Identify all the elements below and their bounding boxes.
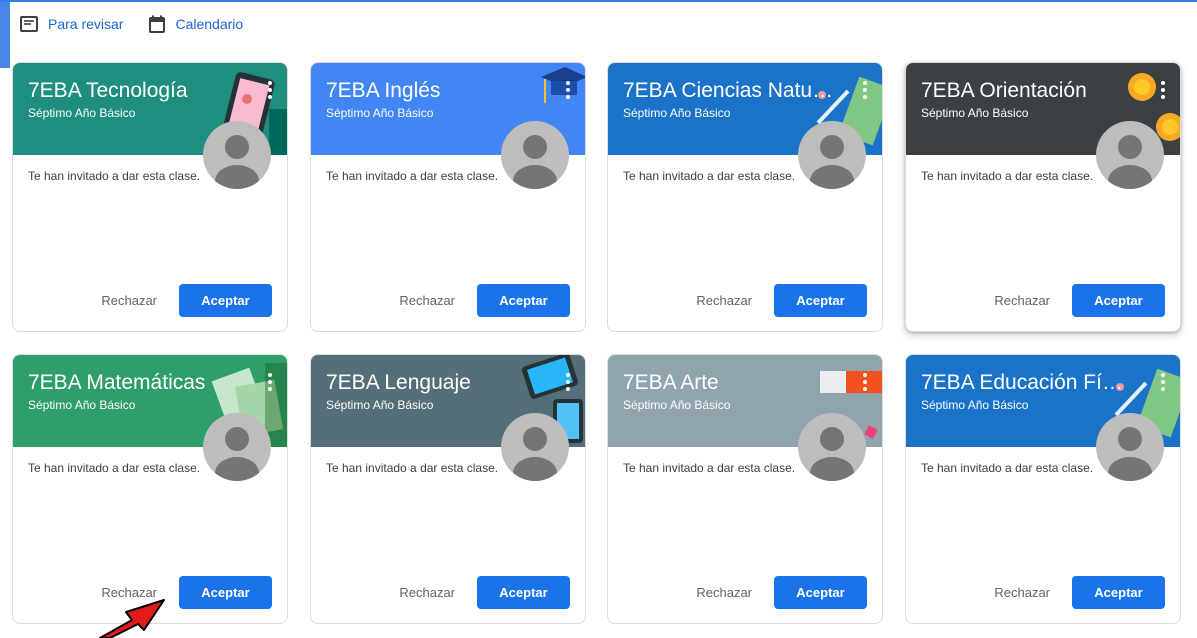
class-card: 7EBA Tecnología Séptimo Año Básico Te ha… — [12, 62, 288, 332]
more-options-icon[interactable] — [862, 373, 868, 391]
more-options-icon[interactable] — [1160, 81, 1166, 99]
graduation-cap-icon — [541, 67, 585, 103]
accept-button[interactable]: Aceptar — [774, 284, 867, 317]
invite-message: Te han invitado a dar esta clase. — [623, 169, 796, 183]
class-title[interactable]: 7EBA Inglés — [326, 79, 440, 103]
review-link-label: Para revisar — [48, 16, 124, 32]
class-card: 7EBA Matemáticas Séptimo Año Básico Te h… — [12, 354, 288, 624]
accept-button[interactable]: Aceptar — [1072, 284, 1165, 317]
person-icon — [810, 135, 854, 189]
annotation-arrow-icon — [99, 599, 165, 638]
more-options-icon[interactable] — [565, 81, 571, 99]
class-card: 7EBA Orientación Séptimo Año Básico Te h… — [905, 62, 1181, 332]
card-actions: Rechazar Aceptar — [399, 284, 570, 317]
class-card: 7EBA Lenguaje Séptimo Año Básico Te han … — [310, 354, 586, 624]
more-options-icon[interactable] — [565, 373, 571, 391]
reject-button[interactable]: Rechazar — [399, 293, 455, 308]
class-subtitle: Séptimo Año Básico — [326, 106, 434, 120]
reject-button[interactable]: Rechazar — [696, 585, 752, 600]
left-edge-accent — [0, 2, 10, 68]
calendar-icon — [149, 15, 166, 33]
accept-button[interactable]: Aceptar — [1072, 576, 1165, 609]
invite-message: Te han invitado a dar esta clase. — [623, 461, 796, 475]
class-title[interactable]: 7EBA Lenguaje — [326, 371, 471, 395]
card-actions: Rechazar Aceptar — [399, 576, 570, 609]
class-title[interactable]: 7EBA Ciencias Natura... — [623, 79, 835, 103]
person-icon — [215, 135, 259, 189]
person-icon — [1108, 135, 1152, 189]
invite-message: Te han invitado a dar esta clase. — [326, 461, 499, 475]
invite-message: Te han invitado a dar esta clase. — [326, 169, 499, 183]
card-actions: Rechazar Aceptar — [994, 284, 1165, 317]
class-card: 7EBA Arte Séptimo Año Básico Te han invi… — [607, 354, 883, 624]
teacher-avatar — [798, 121, 866, 189]
person-icon — [513, 135, 557, 189]
teacher-avatar — [203, 121, 271, 189]
class-card: 7EBA Inglés Séptimo Año Básico Te han in… — [310, 62, 586, 332]
teacher-avatar — [203, 413, 271, 481]
reject-button[interactable]: Rechazar — [994, 585, 1050, 600]
calendar-link-label: Calendario — [175, 16, 244, 32]
class-title[interactable]: 7EBA Matemáticas — [28, 371, 205, 395]
class-subtitle: Séptimo Año Básico — [623, 106, 731, 120]
teacher-avatar — [1096, 121, 1164, 189]
card-actions: Rechazar Aceptar — [994, 576, 1165, 609]
person-icon — [513, 427, 557, 481]
calendar-link[interactable]: Calendario — [149, 15, 243, 33]
class-title[interactable]: 7EBA Educación Física — [921, 371, 1133, 395]
accept-button[interactable]: Aceptar — [179, 576, 272, 609]
class-title[interactable]: 7EBA Arte — [623, 371, 719, 395]
card-actions: Rechazar Aceptar — [101, 284, 272, 317]
class-grid: 7EBA Tecnología Séptimo Año Básico Te ha… — [12, 62, 1181, 625]
person-icon — [215, 427, 259, 481]
more-options-icon[interactable] — [267, 81, 273, 99]
reject-button[interactable]: Rechazar — [399, 585, 455, 600]
more-options-icon[interactable] — [1160, 373, 1166, 391]
teacher-avatar — [501, 413, 569, 481]
accept-button[interactable]: Aceptar — [774, 576, 867, 609]
class-card: 7EBA Ciencias Natura... Séptimo Año Bási… — [607, 62, 883, 332]
class-title[interactable]: 7EBA Tecnología — [28, 79, 188, 103]
invite-message: Te han invitado a dar esta clase. — [921, 461, 1094, 475]
person-icon — [1108, 427, 1152, 481]
reject-button[interactable]: Rechazar — [696, 293, 752, 308]
teacher-avatar — [1096, 413, 1164, 481]
accept-button[interactable]: Aceptar — [477, 576, 570, 609]
class-subtitle: Séptimo Año Básico — [623, 398, 731, 412]
accept-button[interactable]: Aceptar — [179, 284, 272, 317]
teacher-avatar — [798, 413, 866, 481]
invite-message: Te han invitado a dar esta clase. — [921, 169, 1094, 183]
class-subtitle: Séptimo Año Básico — [921, 398, 1029, 412]
teacher-avatar — [501, 121, 569, 189]
class-subtitle: Séptimo Año Básico — [921, 106, 1029, 120]
class-subtitle: Séptimo Año Básico — [28, 106, 136, 120]
class-subtitle: Séptimo Año Básico — [28, 398, 136, 412]
class-card: 7EBA Educación Física Séptimo Año Básico… — [905, 354, 1181, 624]
invite-message: Te han invitado a dar esta clase. — [28, 169, 201, 183]
class-subtitle: Séptimo Año Básico — [326, 398, 434, 412]
reject-button[interactable]: Rechazar — [101, 293, 157, 308]
card-actions: Rechazar Aceptar — [696, 284, 867, 317]
invite-message: Te han invitado a dar esta clase. — [28, 461, 201, 475]
class-title[interactable]: 7EBA Orientación — [921, 79, 1087, 103]
more-options-icon[interactable] — [267, 373, 273, 391]
review-link[interactable]: Para revisar — [20, 16, 123, 32]
accept-button[interactable]: Aceptar — [477, 284, 570, 317]
review-icon — [20, 16, 38, 32]
reject-button[interactable]: Rechazar — [994, 293, 1050, 308]
top-nav: Para revisar Calendario — [20, 12, 243, 36]
card-actions: Rechazar Aceptar — [696, 576, 867, 609]
more-options-icon[interactable] — [862, 81, 868, 99]
person-icon — [810, 427, 854, 481]
